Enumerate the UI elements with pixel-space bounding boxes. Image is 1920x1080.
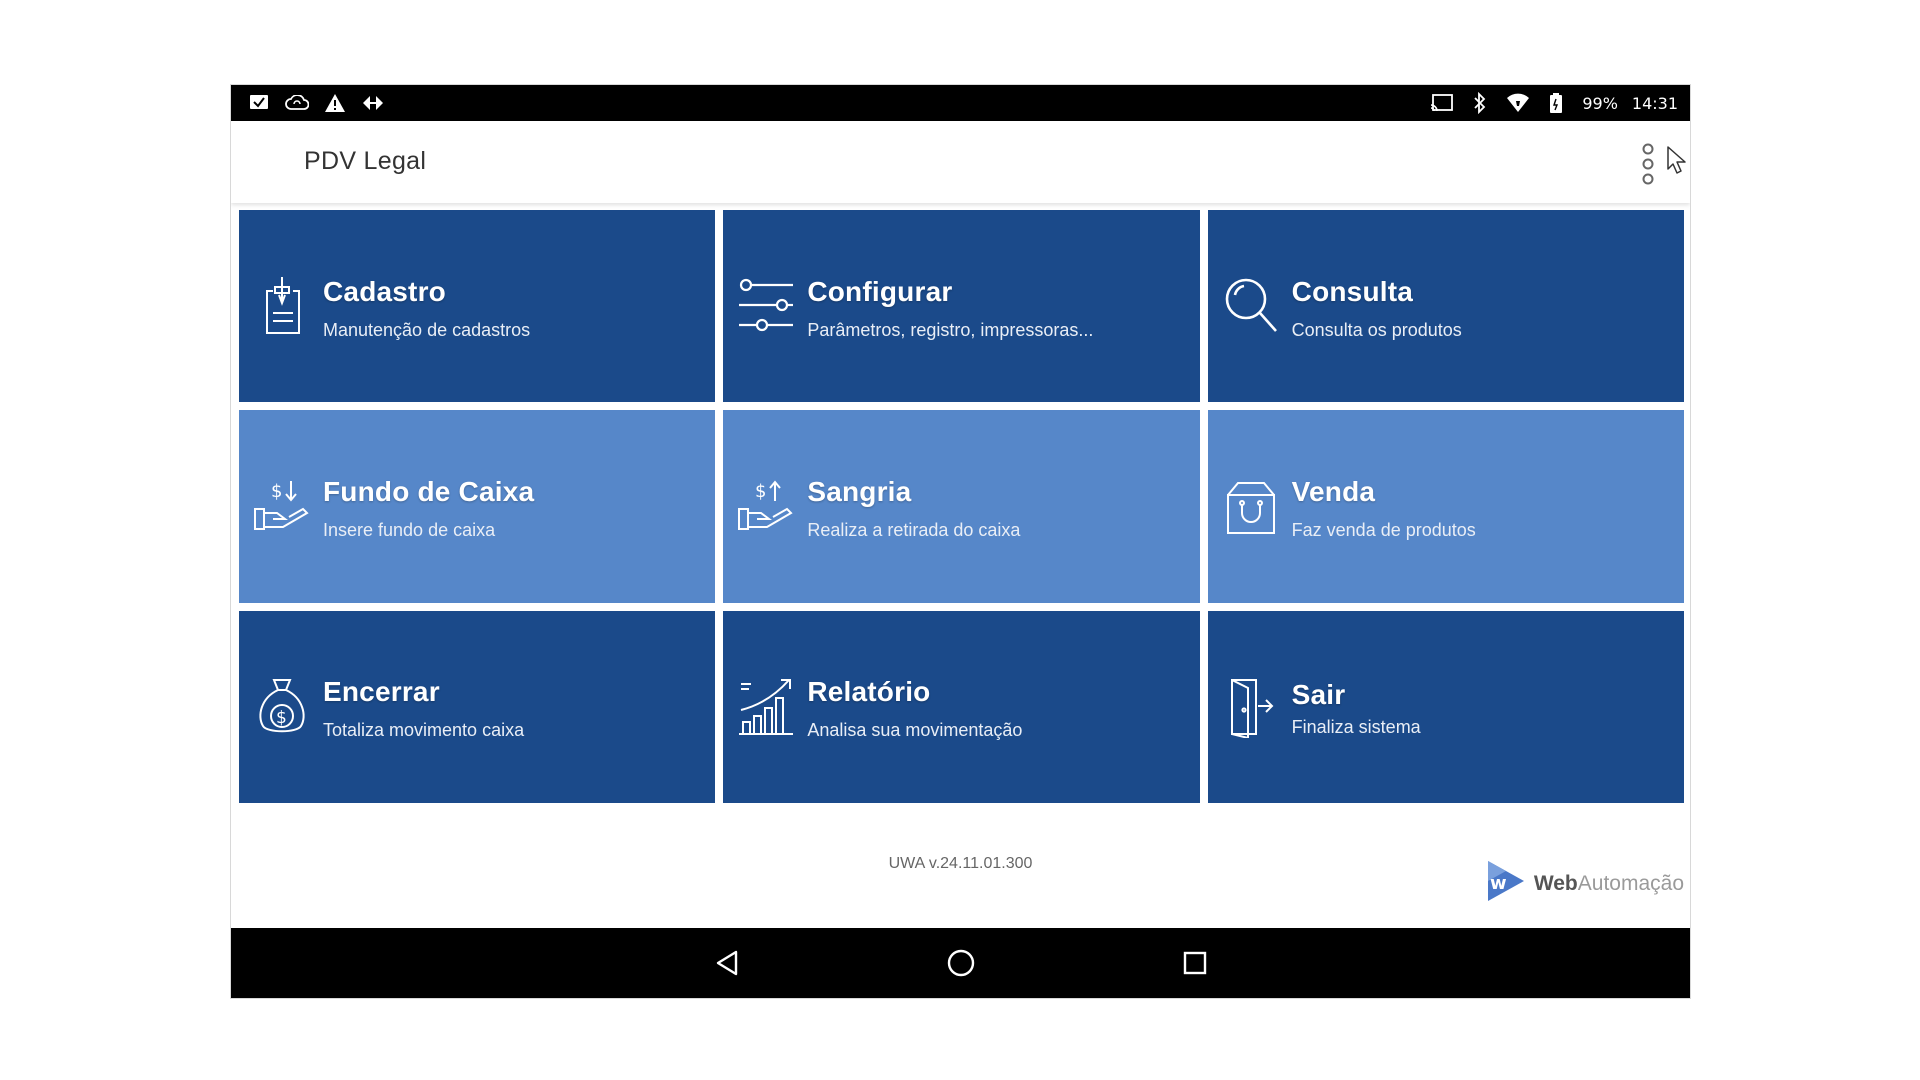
tile-title: Relatório (807, 676, 931, 708)
brand-name-light: Automação (1577, 871, 1684, 895)
svg-text:w: w (1490, 873, 1507, 894)
brand-logo: w WebAutomação (1486, 859, 1684, 908)
tile-title: Configurar (807, 275, 953, 307)
app-title: PDV Legal (304, 147, 427, 175)
tile-subtitle: Faz venda de produtos (1291, 519, 1476, 540)
battery-percentage: 99% (1582, 93, 1618, 113)
sliders-icon (737, 270, 795, 342)
tile-subtitle: Totaliza movimento caixa (323, 720, 525, 741)
magnifier-icon (1222, 270, 1280, 342)
tile-title: Venda (1291, 475, 1376, 507)
tile-subtitle: Consulta os produtos (1291, 319, 1462, 340)
tile-subtitle: Finaliza sistema (1291, 717, 1421, 738)
tile-fundo-de-caixa[interactable]: $ Fundo de Caixa Insere fundo de caixa (239, 410, 716, 603)
tile-consulta[interactable]: Consulta Consulta os produtos (1207, 210, 1684, 403)
wifi-icon (1506, 91, 1530, 115)
brand-name: WebAutomação (1534, 872, 1684, 896)
tile-title: Consulta (1291, 275, 1414, 307)
hand-money-out-icon: $ (737, 470, 795, 542)
bluetooth-icon (1468, 91, 1492, 115)
shopping-bag-icon (1222, 470, 1280, 542)
tile-subtitle: Realiza a retirada do caixa (807, 519, 1021, 540)
clock: 14:31 (1631, 93, 1678, 113)
tile-subtitle: Insere fundo de caixa (323, 519, 496, 540)
battery-icon (1544, 91, 1568, 115)
status-bar: 99% 14:31 (231, 85, 1690, 121)
webautomacao-logo-icon: w (1486, 859, 1526, 908)
navigation-bar (231, 928, 1690, 998)
brand-name-bold: Web (1533, 871, 1578, 895)
hand-money-in-icon: $ (253, 470, 311, 542)
exit-door-icon (1222, 671, 1280, 743)
tile-venda[interactable]: Venda Faz venda de produtos (1207, 410, 1684, 603)
svg-text:$: $ (276, 708, 287, 728)
tile-subtitle: Parâmetros, registro, impressoras... (807, 319, 1094, 340)
usb-debug-icon (361, 91, 385, 115)
tile-title: Fundo de Caixa (323, 475, 535, 507)
tile-sangria[interactable]: $ Sangria Realiza a retirada do caixa (723, 410, 1200, 603)
tile-subtitle: Manutenção de cadastros (323, 319, 531, 340)
email-check-icon (247, 91, 271, 115)
tile-title: Cadastro (323, 275, 446, 307)
svg-text:$: $ (755, 481, 766, 502)
cloud-sync-icon (285, 91, 309, 115)
warning-icon (323, 91, 347, 115)
tile-encerrar[interactable]: $ Encerrar Totaliza movimento caixa (239, 610, 716, 803)
tile-title: Sair (1291, 679, 1346, 711)
tile-cadastro[interactable]: Cadastro Manutenção de cadastros (239, 210, 716, 403)
app-bar: PDV Legal (231, 121, 1690, 203)
device-screen: 99% 14:31 PDV Legal Cadastro Manutenção … (230, 84, 1691, 999)
back-icon[interactable] (710, 946, 744, 980)
tile-title: Encerrar (323, 676, 440, 708)
tile-sair[interactable]: Sair Finaliza sistema (1207, 610, 1684, 803)
recents-icon[interactable] (1178, 946, 1212, 980)
money-bag-icon: $ (253, 671, 311, 743)
menu-grid: Cadastro Manutenção de cadastros Configu… (239, 210, 1684, 803)
growth-chart-icon (737, 671, 795, 743)
tile-configurar[interactable]: Configurar Parâmetros, registro, impress… (723, 210, 1200, 403)
svg-text:$: $ (271, 481, 282, 502)
clipboard-pen-icon (253, 270, 311, 342)
tile-relatorio[interactable]: Relatório Analisa sua movimentação (723, 610, 1200, 803)
tile-title: Sangria (807, 475, 912, 507)
tile-subtitle: Analisa sua movimentação (807, 720, 1023, 741)
version-label: UWA v.24.11.01.300 (888, 855, 1033, 872)
mouse-cursor-icon (1666, 145, 1688, 175)
home-icon[interactable] (944, 946, 978, 980)
cast-icon (1430, 91, 1454, 115)
